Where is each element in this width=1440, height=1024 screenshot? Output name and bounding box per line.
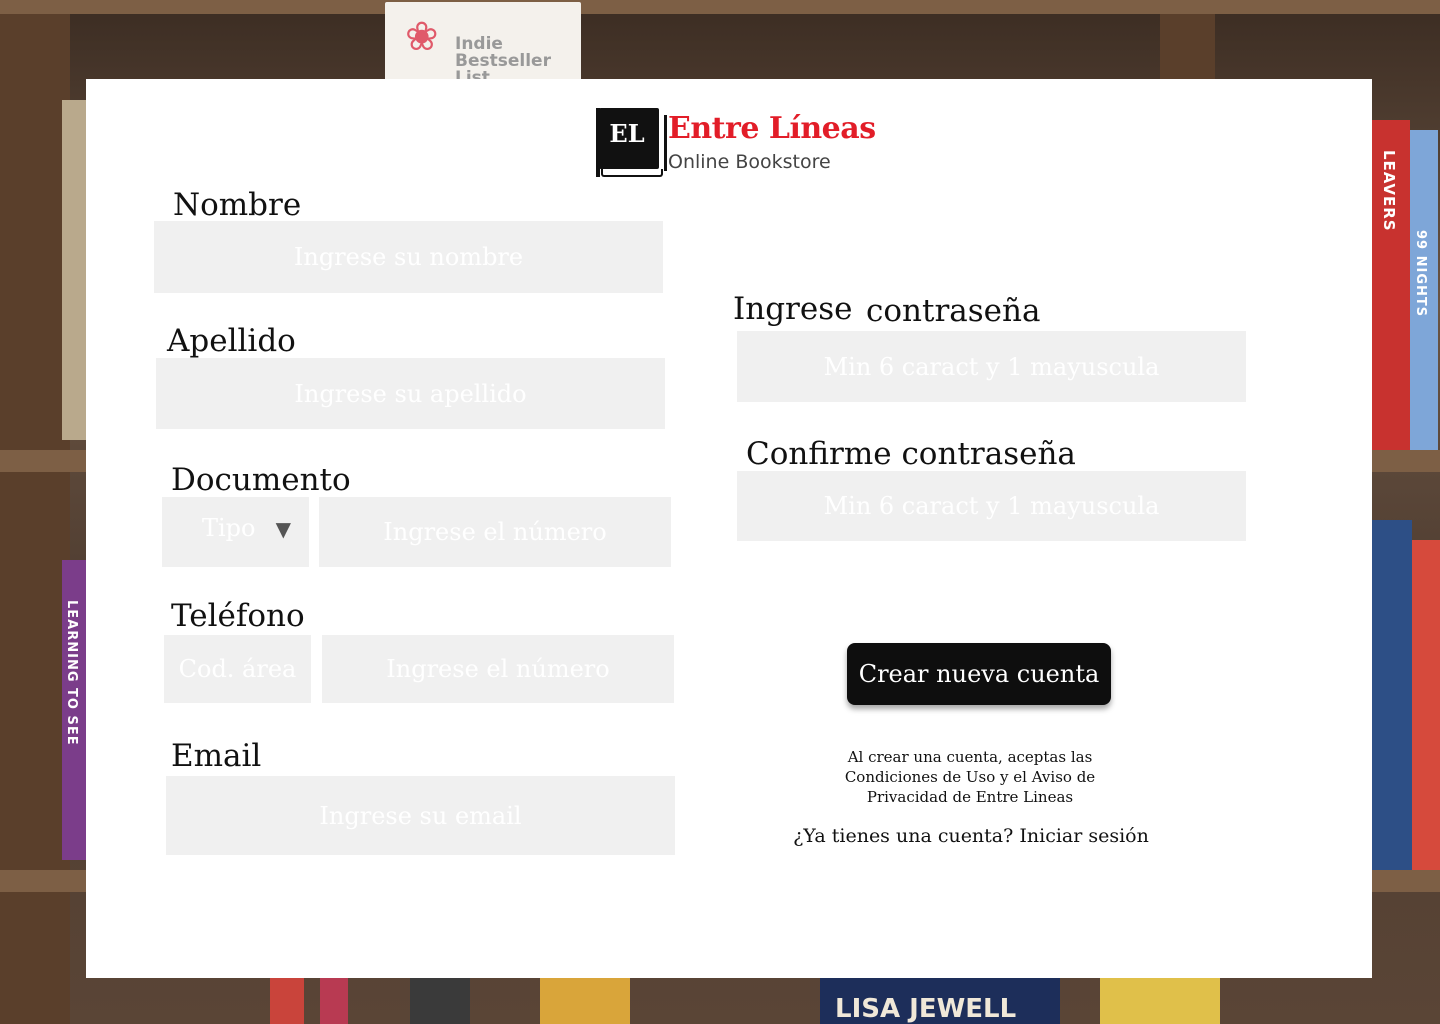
bestseller-sticker: ❀ Indie Bestseller List — [385, 2, 581, 87]
brand-logo: EL Entre Líneas Online Bookstore — [596, 107, 896, 181]
apellido-label: Apellido — [167, 323, 296, 359]
terms-line: Al crear una cuenta, aceptas las — [847, 748, 1093, 766]
email-label: Email — [171, 738, 262, 774]
brand-tagline: Online Bookstore — [668, 151, 831, 173]
terms-line: Privacidad de Entre Lineas — [866, 788, 1074, 806]
create-account-button[interactable]: Crear nueva cuenta — [847, 643, 1111, 705]
book-spine-title: LEARNING TO SEE — [64, 600, 79, 746]
login-link[interactable]: Iniciar sesión — [1019, 825, 1148, 847]
email-input[interactable] — [166, 776, 675, 855]
telefono-label: Teléfono — [171, 598, 305, 634]
terms-line: Condiciones de Uso y el Aviso de — [844, 768, 1096, 786]
book-spine — [410, 978, 470, 1024]
phone-number-input[interactable] — [322, 635, 674, 703]
book-spine — [270, 978, 304, 1024]
logo-divider — [664, 115, 667, 171]
login-prompt: ¿Ya tienes una cuenta? Iniciar sesión — [766, 825, 1176, 847]
book-spine — [62, 100, 86, 440]
document-type-placeholder: Tipo — [202, 514, 256, 542]
password-label-prefix: Ingrese — [733, 291, 853, 327]
area-code-input[interactable] — [164, 635, 311, 703]
book-spine — [1100, 978, 1220, 1024]
nombre-input[interactable] — [154, 221, 663, 293]
documento-label: Documento — [171, 462, 351, 498]
password-input[interactable] — [737, 331, 1246, 402]
terms-notice: Al crear una cuenta, aceptas las Condici… — [826, 747, 1114, 807]
book-author-text: LISA JEWELL — [835, 994, 1017, 1024]
book-spine — [1372, 520, 1412, 870]
book-spine-title: LEAVERS — [1380, 150, 1398, 232]
have-account-text: ¿Ya tienes una cuenta? — [793, 825, 1014, 847]
brand-name: Entre Líneas — [668, 111, 876, 146]
book-icon: EL — [596, 107, 663, 177]
signup-card: EL Entre Líneas Online Bookstore Nombre … — [86, 79, 1372, 978]
nombre-label: Nombre — [173, 187, 302, 223]
apellido-input[interactable] — [156, 358, 665, 429]
book-spine — [540, 978, 630, 1024]
document-type-select[interactable]: Tipo ▼ — [162, 497, 309, 567]
shelf-board-top — [0, 0, 1440, 14]
book-spine — [320, 978, 348, 1024]
book-spine-title: 99 NIGHTS — [1413, 230, 1428, 318]
password-label: contraseña — [866, 293, 1041, 329]
confirm-password-input[interactable] — [737, 471, 1246, 541]
dropdown-arrow-icon: ▼ — [275, 517, 291, 541]
book-spine — [1412, 540, 1440, 870]
logo-mark: EL — [609, 119, 645, 148]
document-number-input[interactable] — [319, 497, 671, 567]
flower-icon: ❀ — [405, 14, 439, 60]
confirm-password-label: Confirme contraseña — [746, 436, 1076, 472]
